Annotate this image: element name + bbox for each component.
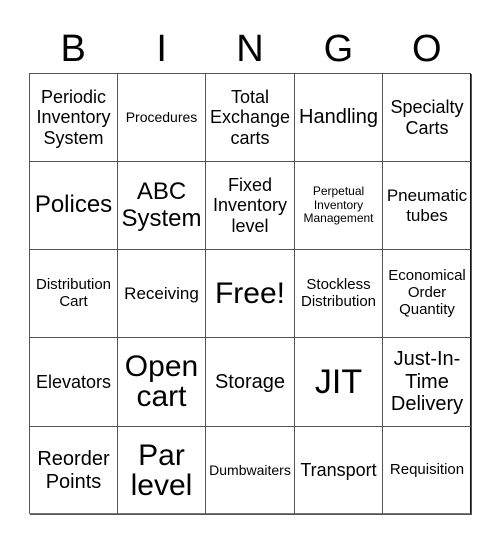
bingo-cell[interactable]: ABC System <box>118 162 206 250</box>
bingo-cell[interactable]: Polices <box>30 162 118 250</box>
bingo-free-cell[interactable]: Free! <box>206 250 295 338</box>
bingo-cell[interactable]: Transport <box>295 427 383 515</box>
bingo-cell[interactable]: Economical Order Quantity <box>383 250 472 338</box>
bingo-cell[interactable]: Fixed Inventory level <box>206 162 295 250</box>
bingo-cell[interactable]: Periodic Inventory System <box>30 74 118 162</box>
bingo-cell[interactable]: Par level <box>118 427 206 515</box>
bingo-cell[interactable]: Total Exchange carts <box>206 74 295 162</box>
bingo-cell[interactable]: Requisition <box>383 427 472 515</box>
bingo-cell[interactable]: Reorder Points <box>30 427 118 515</box>
bingo-cell[interactable]: JIT <box>295 338 383 427</box>
bingo-cell[interactable]: Just-In-Time Delivery <box>383 338 472 427</box>
bingo-grid: Periodic Inventory System Procedures Tot… <box>29 73 472 515</box>
bingo-cell[interactable]: Open cart <box>118 338 206 427</box>
header-letter-g: G <box>323 28 354 70</box>
bingo-cell[interactable]: Pneumatic tubes <box>383 162 472 250</box>
header-letter-i: I <box>156 28 167 70</box>
bingo-cell[interactable]: Handling <box>295 74 383 162</box>
bingo-cell[interactable]: Stockless Distribution <box>295 250 383 338</box>
bingo-cell[interactable]: Perpetual Inventory Management <box>295 162 383 250</box>
header-letter-o: O <box>412 28 442 70</box>
bingo-cell[interactable]: Storage <box>206 338 295 427</box>
header-letter-n: N <box>236 28 264 70</box>
bingo-cell[interactable]: Dumbwaiters <box>206 427 295 515</box>
bingo-cell[interactable]: Procedures <box>118 74 206 162</box>
bingo-cell[interactable]: Elevators <box>30 338 118 427</box>
bingo-cell[interactable]: Specialty Carts <box>383 74 472 162</box>
bingo-header: B I N G O <box>29 26 471 72</box>
bingo-cell[interactable]: Receiving <box>118 250 206 338</box>
bingo-cell[interactable]: Distribution Cart <box>30 250 118 338</box>
header-letter-b: B <box>60 28 86 70</box>
